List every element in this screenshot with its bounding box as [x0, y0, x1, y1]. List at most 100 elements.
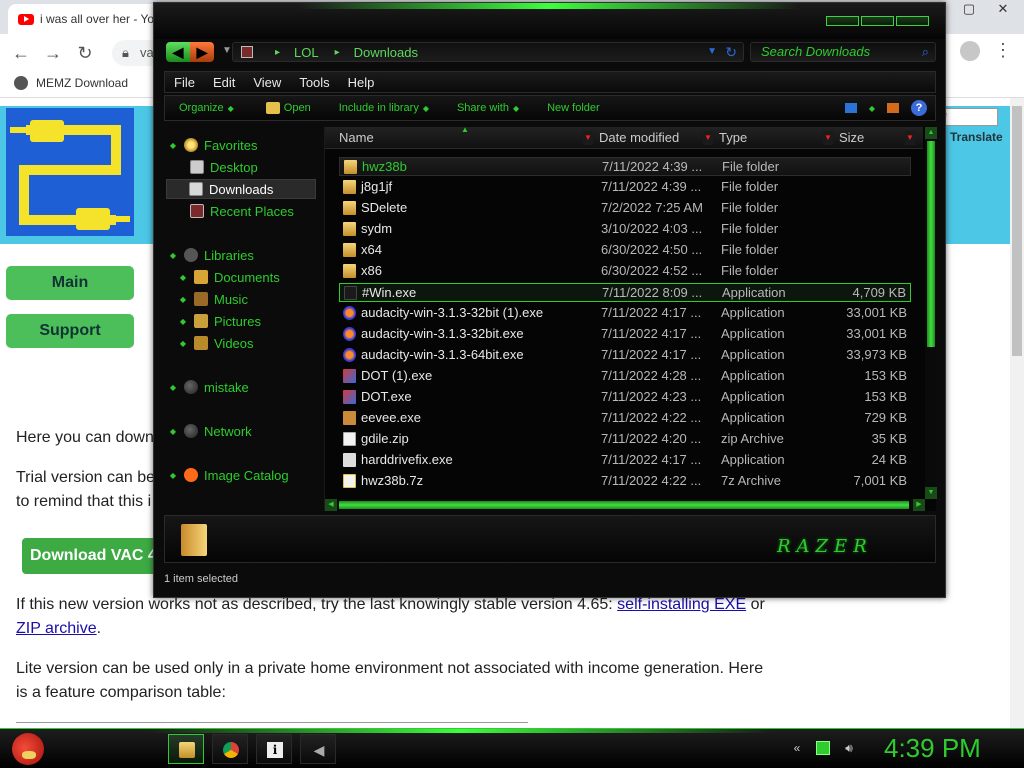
change-view-icon[interactable]: [844, 103, 857, 113]
file-row[interactable]: sydm 3/10/2022 4:03 ... File folder: [339, 220, 911, 239]
expand-icon[interactable]: ◆: [168, 383, 178, 392]
nav-videos[interactable]: ◆ Videos: [178, 333, 254, 353]
file-row[interactable]: j8g1jf 7/11/2022 4:39 ... File folder: [339, 178, 911, 197]
search-icon[interactable]: ⌕: [922, 43, 929, 61]
taskbar-sound-app[interactable]: ◀: [300, 734, 336, 764]
file-row[interactable]: DOT.exe 7/11/2022 4:23 ... Application 153 …: [339, 388, 911, 407]
nav-network[interactable]: ◆ Network: [168, 421, 252, 441]
expand-icon[interactable]: ◆: [178, 295, 188, 304]
breadcrumb-downloads[interactable]: Downloads: [354, 45, 418, 60]
explorer-minimize-button[interactable]: [826, 16, 859, 26]
expand-icon[interactable]: ◆: [178, 317, 188, 326]
expand-icon[interactable]: ◆: [178, 273, 188, 282]
nav-recent-places[interactable]: Recent Places: [190, 201, 294, 221]
address-dropdown-icon[interactable]: ▼: [707, 46, 717, 57]
taskbar-clock[interactable]: 4:39 PM: [884, 733, 981, 764]
maximize-window-button[interactable]: ▢: [952, 0, 986, 18]
file-row[interactable]: SDelete 7/2/2022 7:25 AM File folder: [339, 199, 911, 218]
file-row[interactable]: hwz38b.7z 7/11/2022 4:22 ... 7z Archive 7,0…: [339, 472, 911, 491]
expand-icon[interactable]: ◆: [168, 251, 178, 260]
nav-favorites[interactable]: ◆ Favorites: [168, 135, 258, 155]
bookmark-memz[interactable]: MEMZ Download: [14, 76, 128, 90]
page-scrollbar[interactable]: [1010, 98, 1024, 728]
download-vac-button[interactable]: Download VAC 4: [22, 538, 172, 574]
column-filter-icon[interactable]: ▼: [703, 131, 713, 145]
scroll-left-icon[interactable]: ◀: [325, 499, 337, 511]
organize-button[interactable]: Organize ◆: [179, 102, 234, 114]
nav-documents[interactable]: ◆ Documents: [178, 267, 280, 287]
start-button[interactable]: [8, 731, 48, 767]
include-in-library-button[interactable]: Include in library ◆: [339, 102, 429, 114]
file-row[interactable]: x64 6/30/2022 4:50 ... File folder: [339, 241, 911, 260]
tray-expand-icon[interactable]: «: [790, 741, 804, 755]
nav-mistake[interactable]: ◆ mistake: [168, 377, 249, 397]
page-scroll-thumb[interactable]: [1012, 106, 1022, 356]
nav-music[interactable]: ◆ Music: [178, 289, 248, 309]
nav-desktop[interactable]: Desktop: [190, 157, 258, 177]
recent-pages-dropdown-icon[interactable]: ▼: [222, 45, 232, 56]
nav-pictures[interactable]: ◆ Pictures: [178, 311, 261, 331]
network-status-icon[interactable]: [816, 741, 830, 755]
expand-icon[interactable]: ◆: [178, 339, 188, 348]
menu-edit[interactable]: Edit: [204, 75, 244, 90]
expand-icon[interactable]: ◆: [168, 141, 178, 150]
explorer-close-button[interactable]: [896, 16, 929, 26]
main-button[interactable]: Main: [6, 266, 134, 300]
column-date-modified[interactable]: Date modified: [599, 130, 679, 145]
explorer-address-bar[interactable]: ▸ LOL ▸ Downloads ▼ ↻: [232, 42, 744, 62]
profile-avatar-icon[interactable]: [960, 41, 980, 61]
taskbar-explorer[interactable]: [168, 734, 204, 764]
back-arrow-icon[interactable]: ←: [8, 40, 34, 66]
nav-image-catalog[interactable]: ◆ Image Catalog: [168, 465, 289, 485]
column-filter-icon[interactable]: ▼: [583, 131, 593, 145]
reload-icon[interactable]: ↻: [72, 40, 98, 66]
column-filter-icon[interactable]: ▼: [823, 131, 833, 145]
scroll-up-icon[interactable]: ▲: [925, 127, 937, 139]
zip-archive-link[interactable]: ZIP archive: [16, 620, 97, 637]
column-type[interactable]: Type: [719, 130, 747, 145]
file-row[interactable]: audacity-win-3.1.3-64bit.exe 7/11/2022 4:…: [339, 346, 911, 365]
scroll-right-icon[interactable]: ▶: [913, 499, 925, 511]
explorer-forward-icon[interactable]: ▶: [190, 42, 214, 62]
file-row[interactable]: DOT (1).exe 7/11/2022 4:28 ... Application…: [339, 367, 911, 386]
nav-libraries[interactable]: ◆ Libraries: [168, 245, 254, 265]
file-row[interactable]: x86 6/30/2022 4:52 ... File folder: [339, 262, 911, 281]
refresh-icon[interactable]: ↻: [725, 44, 737, 61]
breadcrumb-lol[interactable]: LOL: [294, 45, 319, 60]
share-with-button[interactable]: Share with ◆: [457, 102, 519, 114]
file-row[interactable]: gdile.zip 7/11/2022 4:20 ... zip Archive 35…: [339, 430, 911, 449]
open-button[interactable]: Open: [265, 102, 311, 114]
file-row[interactable]: harddrivefix.exe 7/11/2022 4:17 ... Applic…: [339, 451, 911, 470]
column-name[interactable]: Name: [339, 130, 374, 145]
menu-view[interactable]: View: [244, 75, 290, 90]
browser-tab[interactable]: i was all over her - Yo: [8, 4, 158, 34]
browser-menu-icon[interactable]: ⋮: [994, 40, 1012, 61]
file-row[interactable]: audacity-win-3.1.3-32bit.exe 7/11/2022 4:…: [339, 325, 911, 344]
explorer-back-icon[interactable]: ◀: [166, 42, 190, 62]
menu-file[interactable]: File: [165, 75, 204, 90]
nav-downloads[interactable]: Downloads: [166, 179, 316, 199]
file-row[interactable]: eevee.exe 7/11/2022 4:22 ... Application 72…: [339, 409, 911, 428]
expand-icon[interactable]: ◆: [168, 471, 178, 480]
file-row[interactable]: #Win.exe 7/11/2022 8:09 ... Application 4,7…: [339, 283, 911, 302]
hscroll-thumb[interactable]: [339, 501, 909, 509]
file-list-hscrollbar[interactable]: ◀ ▶: [325, 499, 925, 511]
help-icon[interactable]: ?: [911, 100, 927, 116]
search-input[interactable]: Search Downloads ⌕: [750, 42, 936, 62]
forward-arrow-icon[interactable]: →: [40, 40, 66, 66]
column-filter-icon[interactable]: ▼: [905, 131, 915, 145]
taskbar-chrome[interactable]: [212, 734, 248, 764]
preview-pane-icon[interactable]: [887, 103, 899, 113]
volume-icon[interactable]: 🔊︎: [842, 741, 856, 755]
close-window-button[interactable]: ✕: [986, 0, 1020, 18]
view-dropdown-icon[interactable]: ◆: [869, 104, 875, 113]
file-row[interactable]: audacity-win-3.1.3-32bit (1).exe 7/11/202…: [339, 304, 911, 323]
taskbar-info-app[interactable]: i: [256, 734, 292, 764]
expand-icon[interactable]: ◆: [168, 427, 178, 436]
menu-help[interactable]: Help: [339, 75, 384, 90]
explorer-maximize-button[interactable]: [861, 16, 894, 26]
vscroll-thumb[interactable]: [927, 141, 935, 347]
self-installing-exe-link[interactable]: self-installing EXE: [617, 596, 746, 613]
support-button[interactable]: Support: [6, 314, 134, 348]
file-row[interactable]: hwz38b 7/11/2022 4:39 ... File folder: [339, 157, 911, 176]
